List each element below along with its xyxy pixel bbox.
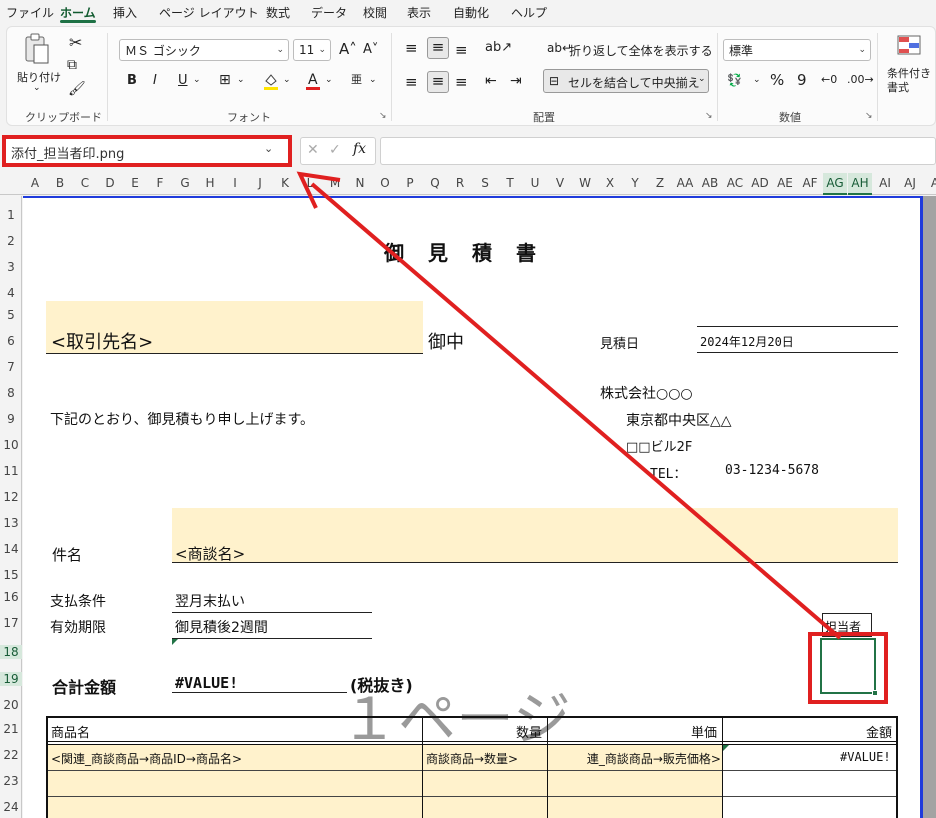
arrow-shaft <box>310 182 842 640</box>
annotation-arrow <box>296 171 842 640</box>
